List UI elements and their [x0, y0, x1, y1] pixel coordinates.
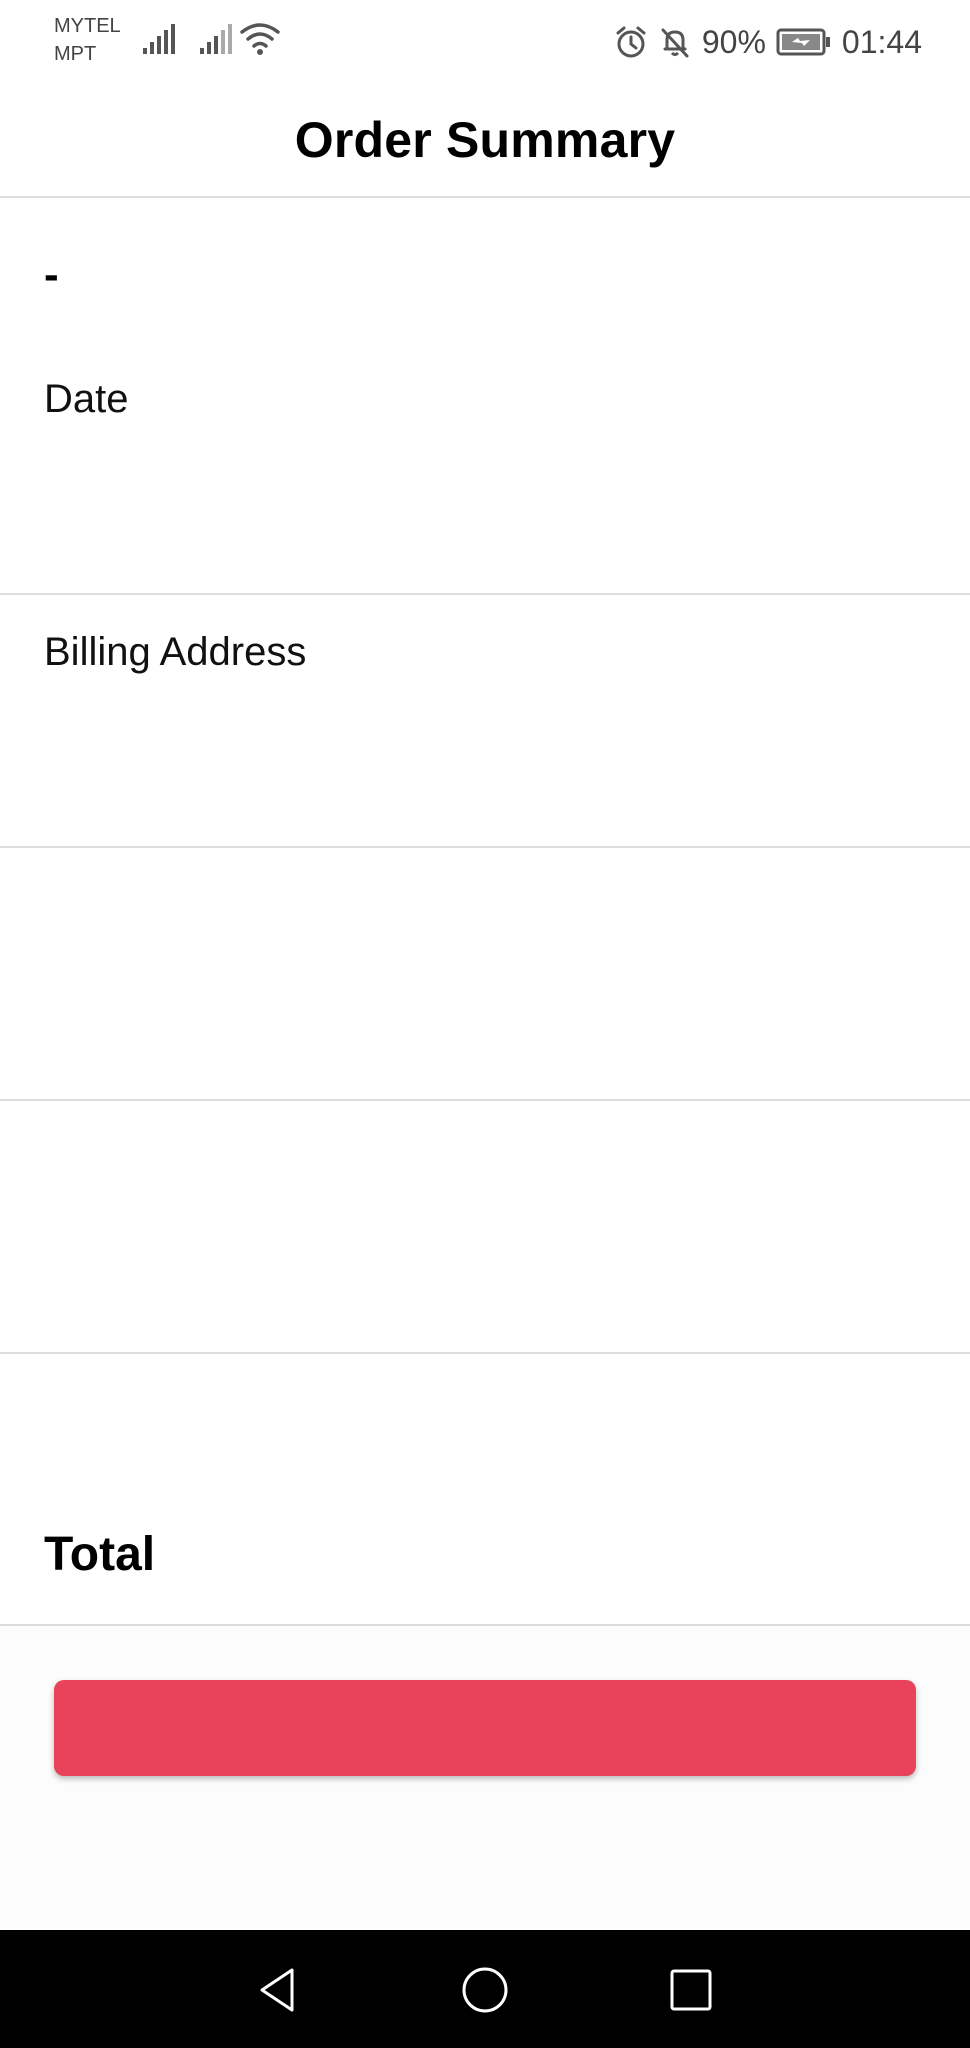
- back-icon[interactable]: [252, 1964, 304, 2016]
- signal-icon: [200, 24, 232, 54]
- order-number: -: [44, 250, 59, 299]
- empty-section: [0, 1101, 970, 1354]
- carrier-names: MYTEL MPT: [54, 12, 121, 68]
- alarm-icon: [616, 26, 646, 58]
- bell-off-icon: [661, 28, 689, 58]
- empty-section: [0, 848, 970, 1101]
- checkout-button[interactable]: [54, 1680, 916, 1776]
- carrier-2: MPT: [54, 43, 97, 65]
- clock-time: 01:44: [841, 23, 922, 60]
- navigation-bar: [0, 1930, 970, 2048]
- recent-apps-icon[interactable]: [665, 1964, 717, 2016]
- home-icon[interactable]: [459, 1964, 511, 2016]
- footer-area: [0, 1626, 970, 1930]
- battery-charging-icon: [776, 28, 830, 56]
- battery-percent: 90%: [701, 23, 766, 60]
- app-header: Order Summary: [0, 84, 970, 198]
- order-info-section: [0, 198, 970, 595]
- total-section: [0, 1354, 970, 1626]
- page-title: Order Summary: [294, 112, 676, 168]
- carrier-1: MYTEL: [54, 15, 121, 37]
- wifi-icon: [240, 23, 280, 55]
- date-label: Date: [44, 377, 129, 421]
- total-label: Total: [44, 1528, 156, 1581]
- status-bar: MYTEL MPT 90% 01:44: [0, 0, 970, 84]
- billing-address-label: Billing Address: [44, 630, 307, 674]
- signal-icon: [143, 24, 175, 54]
